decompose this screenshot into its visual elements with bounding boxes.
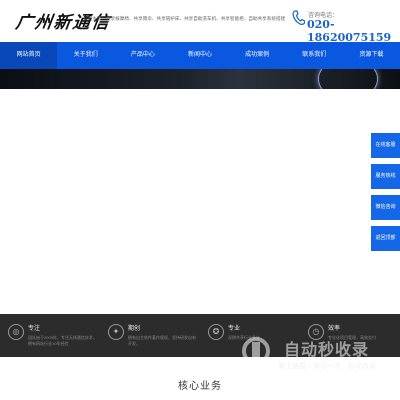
watermark-overlay: 自动秒收录 做上链接→来访一次→自动收录 bbox=[242, 336, 384, 378]
feature-title: 专注 bbox=[28, 326, 41, 332]
planet-glow-image bbox=[318, 69, 378, 89]
feature-title: 效率 bbox=[328, 326, 341, 332]
main-nav: 网站首页 关于我们 产品中心 新闻中心 成功案例 联系我们 资源下载 bbox=[0, 42, 400, 69]
feature-title: 期创 bbox=[128, 326, 141, 332]
side-float-bar: 在线客服 服务热线 微信咨询 返回顶部 bbox=[371, 133, 400, 257]
watermark-title: 自动秒收录 bbox=[284, 342, 370, 359]
nav-item-products[interactable]: 产品中心 bbox=[114, 42, 171, 69]
side-btn-back-to-top[interactable]: 返回顶部 bbox=[371, 226, 400, 251]
phone-icon bbox=[292, 10, 305, 25]
feature-item: ◎ 专注 团队始于2009年，专注无线通信技术，拥有网站行业10年经验 bbox=[0, 314, 100, 357]
watermark-logo-icon bbox=[242, 337, 270, 365]
side-btn-hotline[interactable]: 服务热线 bbox=[371, 164, 400, 189]
medal-icon: ✪ bbox=[208, 324, 224, 340]
hero-banner bbox=[0, 69, 400, 89]
header: 广州新通信 公司主营：共享按摩椅、共享雨伞、共享陪护床、共享自助洗车机、共享智能… bbox=[0, 0, 400, 44]
side-btn-online-service[interactable]: 在线客服 bbox=[371, 133, 400, 158]
business-scope-text: 公司主营：共享按摩椅、共享雨伞、共享陪护床、共享自助洗车机、共享智能柜、自助共享… bbox=[83, 16, 286, 21]
nav-item-home[interactable]: 网站首页 bbox=[0, 42, 58, 69]
section-title-core-business: 核心业务 bbox=[178, 381, 222, 392]
nav-item-downloads[interactable]: 资源下载 bbox=[343, 42, 400, 69]
feature-desc: 团队始于2009年，专注无线通信技术，拥有网站行业10年经验 bbox=[28, 335, 97, 346]
feature-item: ✦ 期创 拥有自主软件著作版权，坚持研发自有开发。 bbox=[100, 314, 200, 357]
nav-item-news[interactable]: 新闻中心 bbox=[171, 42, 228, 69]
watermark-subtitle: 做上链接→来访一次→自动收录 bbox=[278, 363, 376, 370]
feature-title: 专业 bbox=[228, 326, 241, 332]
phone-number[interactable]: 020-18620075159 bbox=[307, 18, 400, 44]
side-btn-wechat[interactable]: 微信咨询 bbox=[371, 195, 400, 220]
nav-item-cases[interactable]: 成功案例 bbox=[229, 42, 286, 69]
nav-item-contact[interactable]: 联系我们 bbox=[286, 42, 343, 69]
target-icon: ◎ bbox=[8, 324, 24, 340]
nav-item-about[interactable]: 关于我们 bbox=[57, 42, 114, 69]
feature-desc: 拥有自主软件著作版权，坚持研发自有开发。 bbox=[128, 335, 196, 346]
bulb-icon: ✦ bbox=[108, 324, 124, 340]
